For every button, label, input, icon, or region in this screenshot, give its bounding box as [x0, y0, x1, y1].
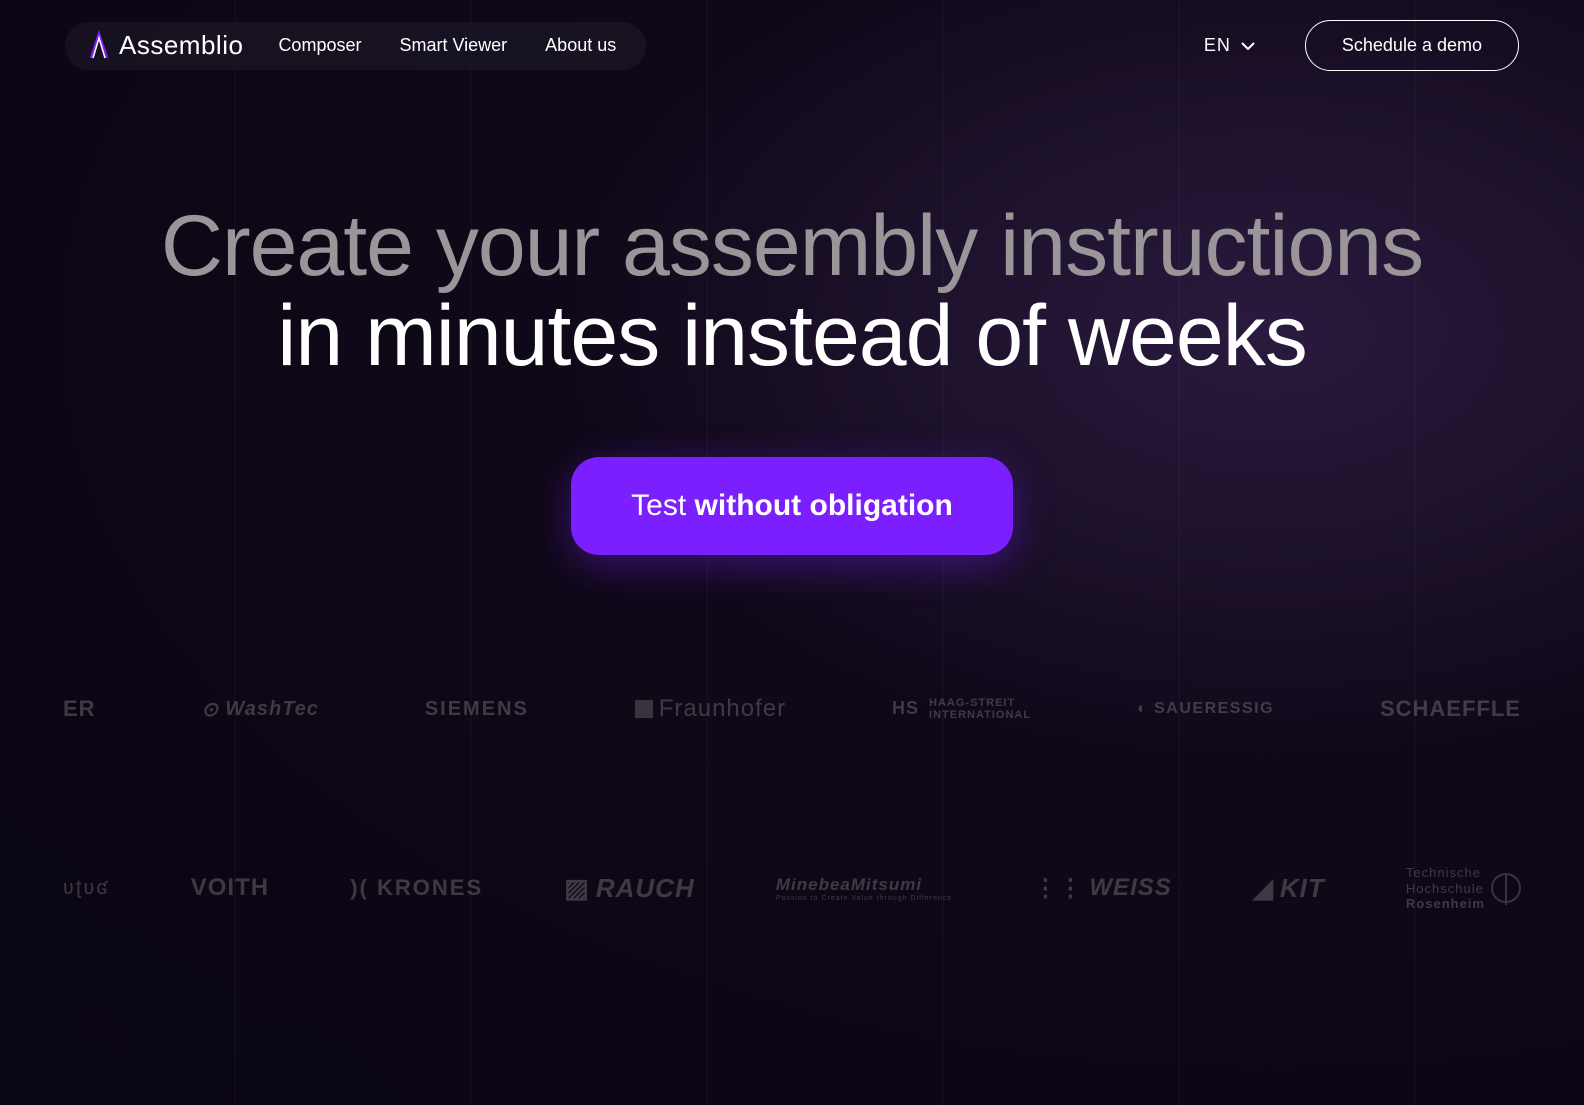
- partner-logo: MinebeaMitsumi Passion to Create Value t…: [776, 875, 952, 902]
- logo-mark-icon: [85, 30, 113, 62]
- test-cta-button[interactable]: Test without obligation: [571, 457, 1013, 555]
- fraunhofer-icon: [635, 700, 653, 718]
- weiss-icon: ⋮⋮: [1033, 874, 1083, 903]
- hero-title: Create your assembly instructions in min…: [0, 201, 1584, 382]
- rauch-icon: ▨: [564, 873, 590, 904]
- schedule-demo-button[interactable]: Schedule a demo: [1305, 20, 1519, 71]
- cta-text-bold: without obligation: [695, 489, 953, 522]
- partner-logos-row-2: ʋʈʋʛ VOITH )( KRONES ▨ RAUCH MinebeaMits…: [63, 865, 1521, 912]
- header-right: EN Schedule a demo: [1204, 20, 1519, 71]
- partner-logo: ◐ SAUERESSIG: [1137, 700, 1274, 718]
- partner-logo: ʋʈʋʛ: [63, 877, 110, 900]
- partner-logo: ER: [63, 696, 96, 722]
- nav-link-about-us[interactable]: About us: [545, 35, 616, 56]
- hs-icon: HS: [892, 699, 919, 719]
- partner-logo: Fraunhofer: [635, 695, 786, 723]
- partner-logo: ⋮⋮ WEISS: [1033, 874, 1171, 903]
- kit-icon: ◢: [1253, 873, 1274, 904]
- partner-logo: HS HAAG-STREIT INTERNATIONAL: [892, 697, 1031, 721]
- hero-title-line1: Create your assembly instructions: [0, 201, 1584, 291]
- saueressig-icon: ◐: [1137, 700, 1148, 718]
- partner-logo: ⊙ WashTec: [201, 697, 318, 722]
- washtec-icon: ⊙: [201, 697, 219, 722]
- brand-logo[interactable]: Assemblio: [85, 30, 243, 62]
- partner-logo: ◢ KIT: [1253, 873, 1325, 904]
- hero-section: Create your assembly instructions in min…: [0, 91, 1584, 555]
- nav-link-composer[interactable]: Composer: [278, 35, 361, 56]
- partner-logo: SCHAEFFLE: [1380, 696, 1521, 722]
- nav-link-smart-viewer[interactable]: Smart Viewer: [399, 35, 507, 56]
- cta-text-light: Test: [631, 489, 694, 522]
- partner-logo: VOITH: [191, 874, 269, 902]
- partner-logos-row-1: ER ⊙ WashTec SIEMENS Fraunhofer HS HAAG-…: [63, 695, 1521, 723]
- hero-title-line2: in minutes instead of weeks: [0, 291, 1584, 381]
- nav-container: Assemblio Composer Smart Viewer About us: [65, 22, 646, 70]
- header: Assemblio Composer Smart Viewer About us…: [0, 0, 1584, 91]
- partner-logo: )( KRONES: [350, 875, 483, 901]
- brand-name: Assemblio: [119, 30, 243, 61]
- partner-logo: ▨ RAUCH: [564, 873, 694, 904]
- language-label: EN: [1204, 35, 1231, 56]
- nav-links: Composer Smart Viewer About us: [278, 35, 616, 56]
- partner-logo: Technische Hochschule Rosenheim: [1406, 865, 1521, 912]
- partner-logo: SIEMENS: [425, 698, 529, 721]
- chevron-down-icon: [1241, 42, 1255, 50]
- language-selector[interactable]: EN: [1204, 35, 1255, 56]
- rosenheim-icon: [1491, 873, 1521, 903]
